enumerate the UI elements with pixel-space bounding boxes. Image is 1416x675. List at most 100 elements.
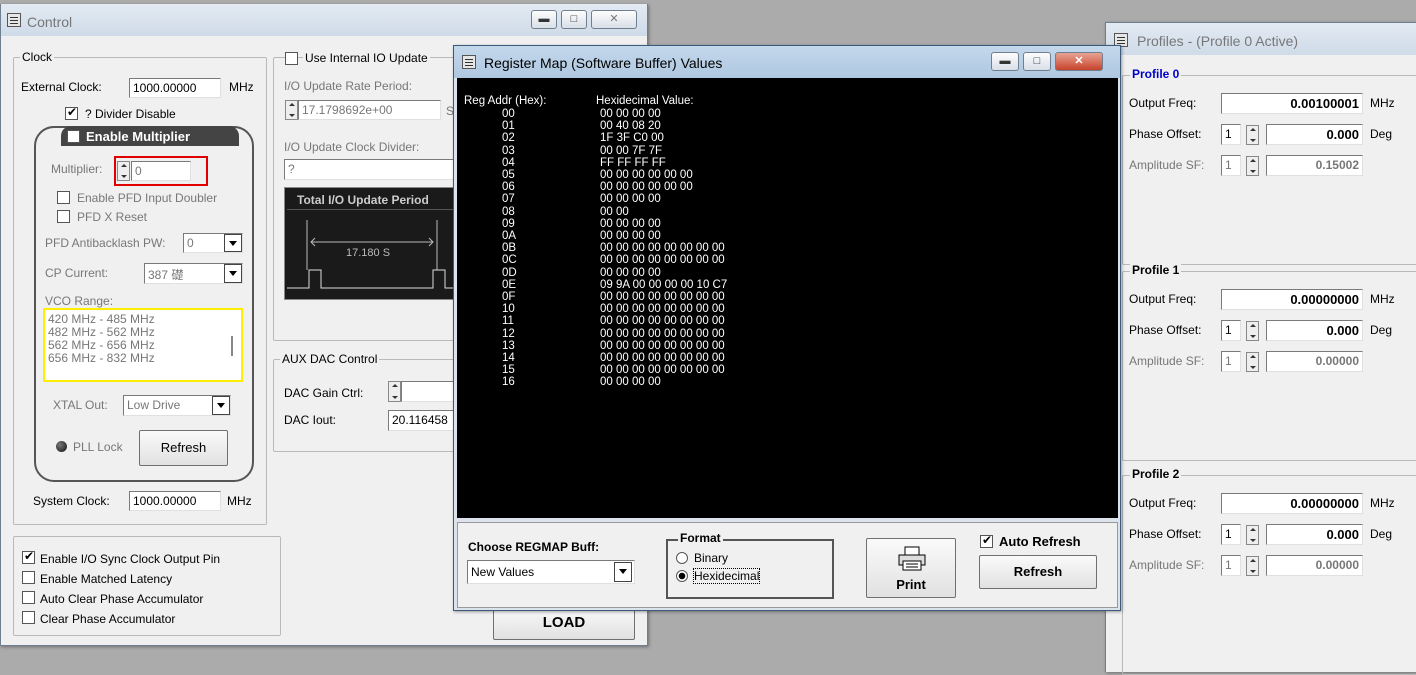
control-titlebar[interactable]: Control ▬ □ ✕: [1, 4, 647, 36]
reg-addr-column: 00 01 02 03 04 05 06 07 08 09 0A 0B 0C 0D 0E 0F 10 11 12 13…: [502, 108, 517, 389]
reg-value: 00 00 00 00 00 00 00 00: [600, 254, 725, 267]
reg-addr: 0B: [502, 242, 517, 255]
phase-step-field[interactable]: 1: [1221, 320, 1241, 341]
reg-addr: 12: [502, 327, 515, 340]
choose-regmap-dropdown-icon[interactable]: [614, 562, 632, 582]
maximize-button[interactable]: □: [1023, 52, 1051, 71]
amp-step-field[interactable]: 1: [1221, 555, 1241, 576]
reg-addr: 04: [502, 156, 515, 169]
xtal-out-dropdown-icon[interactable]: [212, 396, 230, 415]
system-clock-unit: MHz: [227, 494, 252, 508]
rate-period-stepper[interactable]: [285, 100, 298, 120]
use-internal-io-checkbox[interactable]: [285, 52, 298, 65]
sync-clock-output-checkbox[interactable]: [22, 549, 35, 564]
amplitude-stepper[interactable]: [1246, 156, 1259, 176]
regmap-titlebar[interactable]: Register Map (Software Buffer) Values ▬ …: [454, 46, 1120, 78]
reg-value: 00 00 00 00 00 00 00 00: [600, 364, 725, 377]
enable-multiplier-checkbox[interactable]: [67, 130, 80, 143]
clock-divider-select[interactable]: ?: [284, 159, 459, 180]
pll-lock-label: PLL Lock: [73, 440, 123, 454]
cp-current-label: CP Current:: [45, 266, 109, 280]
phase-offset-unit: Deg: [1370, 323, 1393, 337]
output-freq-field[interactable]: 0.00100001: [1221, 93, 1363, 114]
total-period-label: Total I/O Update Period: [297, 193, 429, 207]
phase-offset-stepper[interactable]: [1246, 321, 1259, 341]
phase-offset-field[interactable]: 0.000: [1266, 524, 1363, 545]
pfd-reset-checkbox[interactable]: [57, 210, 70, 223]
reg-value: 09 9A 00 00 00 00 10 C7: [600, 278, 728, 291]
maximize-button[interactable]: □: [561, 10, 587, 29]
output-freq-unit: MHz: [1370, 496, 1395, 510]
control-title: Control: [27, 14, 73, 30]
cp-current-dropdown-icon[interactable]: [224, 264, 242, 283]
minimize-button[interactable]: ▬: [531, 10, 557, 29]
multiplier-field[interactable]: 0: [131, 161, 191, 181]
amplitude-field[interactable]: 0.15002: [1266, 155, 1363, 176]
window-menu-icon[interactable]: [462, 55, 476, 69]
amplitude-stepper[interactable]: [1246, 352, 1259, 372]
load-button[interactable]: LOAD: [493, 606, 635, 640]
printer-icon: [898, 546, 926, 571]
system-clock-field: 1000.00000: [129, 491, 221, 511]
reg-addr: 06: [502, 181, 515, 194]
phase-step-field[interactable]: 1: [1221, 524, 1241, 545]
window-menu-icon[interactable]: [7, 13, 21, 27]
vco-range-list[interactable]: 420 MHz - 485 MHz 482 MHz - 562 MHz 562 …: [43, 308, 243, 382]
reg-value: 00 00 00 00 00 00 00 00: [600, 315, 725, 328]
format-hex-radio[interactable]: [676, 570, 688, 582]
phase-offset-field[interactable]: 0.000: [1266, 320, 1363, 341]
auto-clear-phase-checkbox[interactable]: [22, 591, 35, 604]
amp-step-field[interactable]: 1: [1221, 351, 1241, 372]
pfd-doubler-checkbox[interactable]: [57, 191, 70, 204]
reg-value: 00 00 00 00: [600, 376, 661, 389]
reg-value: 00 00 00 00 00 00 00 00: [600, 303, 725, 316]
output-freq-field[interactable]: 0.00000000: [1221, 289, 1363, 310]
minimize-button[interactable]: ▬: [991, 52, 1019, 71]
clear-phase-label: Clear Phase Accumulator: [40, 612, 176, 626]
phase-offset-label: Phase Offset:: [1129, 527, 1202, 541]
phase-step-field[interactable]: 1: [1221, 124, 1241, 145]
reg-value: 00 00: [600, 205, 629, 218]
output-freq-label: Output Freq:: [1129, 496, 1197, 510]
close-button[interactable]: ✕: [591, 10, 637, 29]
profiles-titlebar[interactable]: Profiles - (Profile 0 Active): [1106, 23, 1416, 55]
regmap-refresh-button[interactable]: Refresh: [979, 555, 1097, 589]
reg-addr-header: Reg Addr (Hex):: [464, 95, 547, 107]
phase-offset-stepper[interactable]: [1246, 525, 1259, 545]
phase-offset-stepper[interactable]: [1246, 125, 1259, 145]
pll-refresh-button[interactable]: Refresh: [139, 430, 228, 466]
vco-range-item[interactable]: 656 MHz - 832 MHz: [48, 352, 238, 365]
reg-addr: 01: [502, 120, 515, 133]
amplitude-stepper[interactable]: [1246, 556, 1259, 576]
reg-value: 00 00 00 00 00 00: [600, 181, 693, 194]
rate-period-field[interactable]: 17.1798692e+00: [298, 100, 441, 120]
format-binary-radio[interactable]: [676, 552, 688, 564]
output-freq-field[interactable]: 0.00000000: [1221, 493, 1363, 514]
amplitude-field[interactable]: 0.00000: [1266, 555, 1363, 576]
matched-latency-checkbox[interactable]: [22, 571, 35, 584]
external-clock-field[interactable]: 1000.00000: [129, 78, 221, 98]
output-freq-label: Output Freq:: [1129, 292, 1197, 306]
output-freq-label: Output Freq:: [1129, 96, 1197, 110]
dac-gain-field[interactable]: [401, 381, 459, 402]
amp-step-field[interactable]: 1: [1221, 155, 1241, 176]
close-button[interactable]: ✕: [1055, 52, 1103, 71]
choose-regmap-select[interactable]: New Values: [467, 560, 635, 584]
divider-disable-checkbox[interactable]: [65, 105, 78, 120]
pfd-antibacklash-dropdown-icon[interactable]: [224, 234, 242, 252]
vco-range-scrollbar[interactable]: [231, 336, 233, 356]
pll-lock-indicator-icon: [56, 441, 67, 452]
dac-gain-stepper[interactable]: [388, 381, 401, 402]
auto-refresh-checkbox[interactable]: [980, 533, 993, 548]
amplitude-field[interactable]: 0.00000: [1266, 351, 1363, 372]
reg-addr: 13: [502, 339, 515, 352]
dac-iout-label: DAC Iout:: [284, 413, 337, 427]
clear-phase-checkbox[interactable]: [22, 611, 35, 624]
print-button[interactable]: Print: [866, 538, 956, 598]
profile-name: Profile 0: [1130, 67, 1182, 81]
dac-gain-label: DAC Gain Ctrl:: [284, 386, 364, 400]
format-binary-label: Binary: [694, 551, 729, 565]
reg-value: 00 00 00 00 00 00: [600, 169, 693, 182]
multiplier-stepper[interactable]: [117, 161, 130, 181]
phase-offset-field[interactable]: 0.000: [1266, 124, 1363, 145]
